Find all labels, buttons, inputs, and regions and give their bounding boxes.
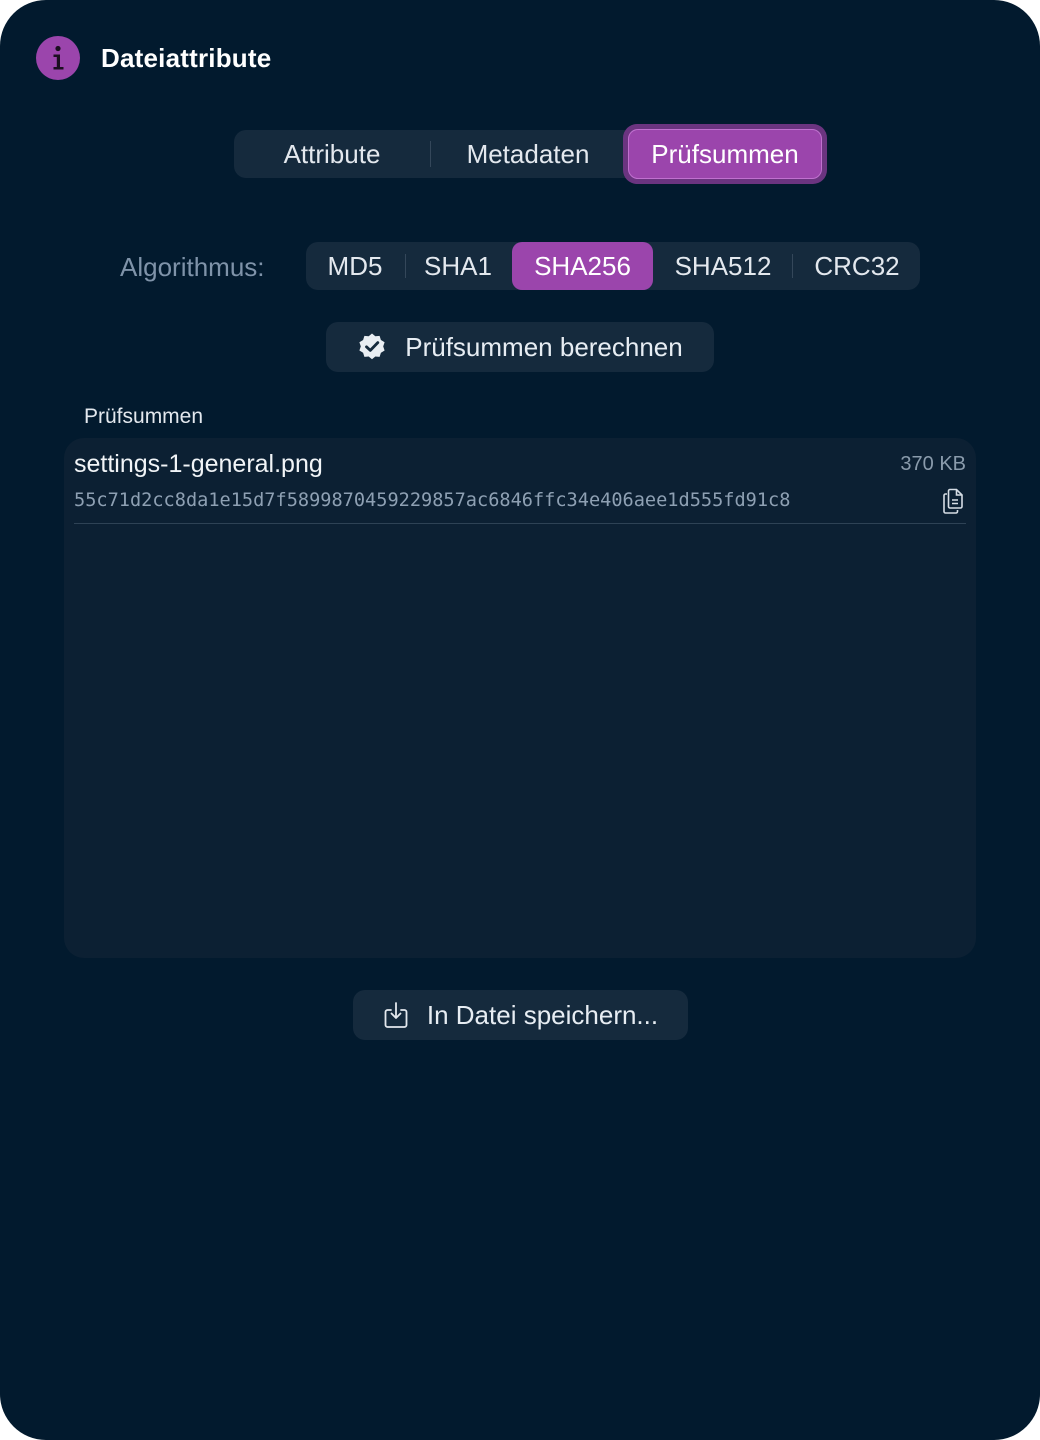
file-attributes-window: Dateiattribute Attribute Metadaten Prüfs…	[0, 0, 1040, 1440]
window-header: Dateiattribute	[36, 36, 271, 80]
tab-attribute[interactable]: Attribute	[234, 130, 430, 178]
window-title: Dateiattribute	[101, 42, 272, 73]
tab-pruefsummen-label: Prüfsummen	[628, 129, 822, 179]
algorithm-label: Algorithmus:	[120, 252, 265, 282]
file-size: 370 KB	[900, 453, 966, 475]
algorithm-sha512[interactable]: SHA512	[655, 242, 791, 290]
file-name: settings-1-general.png	[74, 450, 323, 478]
save-to-file-icon	[383, 1001, 409, 1029]
algorithm-divider	[792, 254, 793, 278]
copy-icon[interactable]	[942, 488, 964, 514]
checksums-list[interactable]: settings-1-general.png 370 KB 55c71d2cc8…	[64, 438, 976, 958]
compute-checksums-button[interactable]: Prüfsummen berechnen	[326, 322, 714, 372]
tab-metadaten[interactable]: Metadaten	[430, 130, 626, 178]
compute-checksums-label: Prüfsummen berechnen	[405, 331, 683, 362]
algorithm-crc32[interactable]: CRC32	[794, 242, 920, 290]
checkmark-seal-icon	[357, 332, 387, 362]
tab-pruefsummen[interactable]: Prüfsummen	[623, 124, 827, 184]
save-to-file-label: In Datei speichern...	[426, 999, 659, 1030]
checksums-section-title: Prüfsummen	[84, 405, 204, 428]
algorithm-sha1[interactable]: SHA1	[406, 242, 510, 290]
checksum-row[interactable]: settings-1-general.png 370 KB 55c71d2cc8…	[74, 438, 966, 524]
algorithm-sha256[interactable]: SHA256	[512, 242, 653, 290]
save-to-file-button[interactable]: In Datei speichern...	[353, 990, 688, 1040]
algorithm-selector: MD5 SHA1 SHA256 SHA512 CRC32	[306, 242, 920, 290]
info-icon	[36, 36, 80, 80]
algorithm-md5[interactable]: MD5	[306, 242, 404, 290]
checksum-hash[interactable]: 55c71d2cc8da1e15d7f5899870459229857ac684…	[74, 490, 790, 511]
